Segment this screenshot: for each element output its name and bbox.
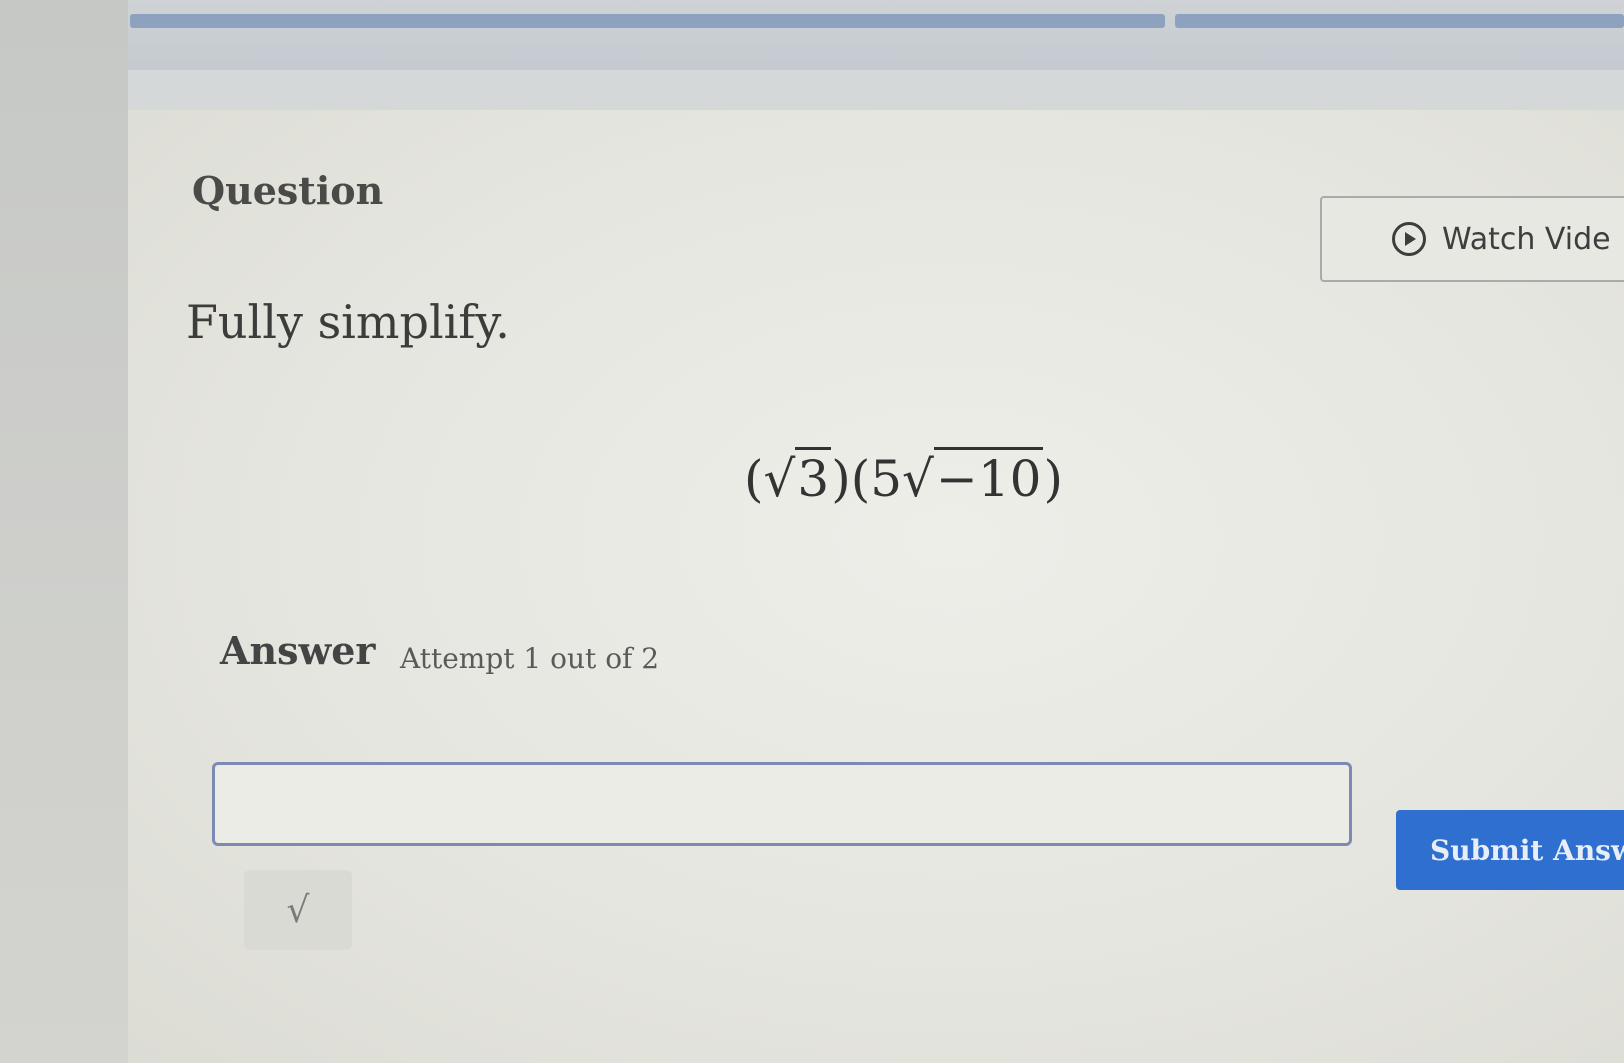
question-prompt: Fully simplify. <box>186 295 510 349</box>
radical-sign-icon: √ <box>763 450 796 508</box>
paren-open-1: ( <box>744 450 764 508</box>
paren-open-2: ( <box>850 450 871 508</box>
square-root-neg-10: √−10 <box>902 447 1044 508</box>
submit-answer-button[interactable]: Submit Answ <box>1396 810 1624 890</box>
watch-video-button[interactable]: Watch Vide <box>1320 196 1624 282</box>
math-expression: ( √3 ) ( 5 √−10 ) <box>744 447 1063 508</box>
paren-close-2: ) <box>1043 450 1063 508</box>
coefficient: 5 <box>870 450 903 508</box>
radicand-1: 3 <box>795 447 832 508</box>
square-root-3: √3 <box>763 447 832 508</box>
answer-input[interactable] <box>212 762 1352 846</box>
radical-sign-icon: √ <box>902 450 934 508</box>
watch-video-label: Watch Vide <box>1442 221 1611 257</box>
question-heading: Question <box>192 168 384 213</box>
progress-segment-2 <box>1175 14 1624 28</box>
answer-label: Answer <box>220 628 376 673</box>
attempt-counter: Attempt 1 out of 2 <box>400 642 660 675</box>
play-circle-icon <box>1392 222 1426 256</box>
left-sidebar-strip <box>0 0 128 1063</box>
paren-close-1: ) <box>831 450 851 508</box>
top-bar <box>0 0 1624 70</box>
progress-bar <box>130 14 1624 36</box>
radicand-2: −10 <box>933 447 1044 508</box>
sqrt-tool-button[interactable]: √ <box>244 870 352 950</box>
progress-segment-1 <box>130 14 1165 28</box>
subheader-bar <box>128 70 1624 110</box>
square-root-icon: √ <box>286 889 310 931</box>
